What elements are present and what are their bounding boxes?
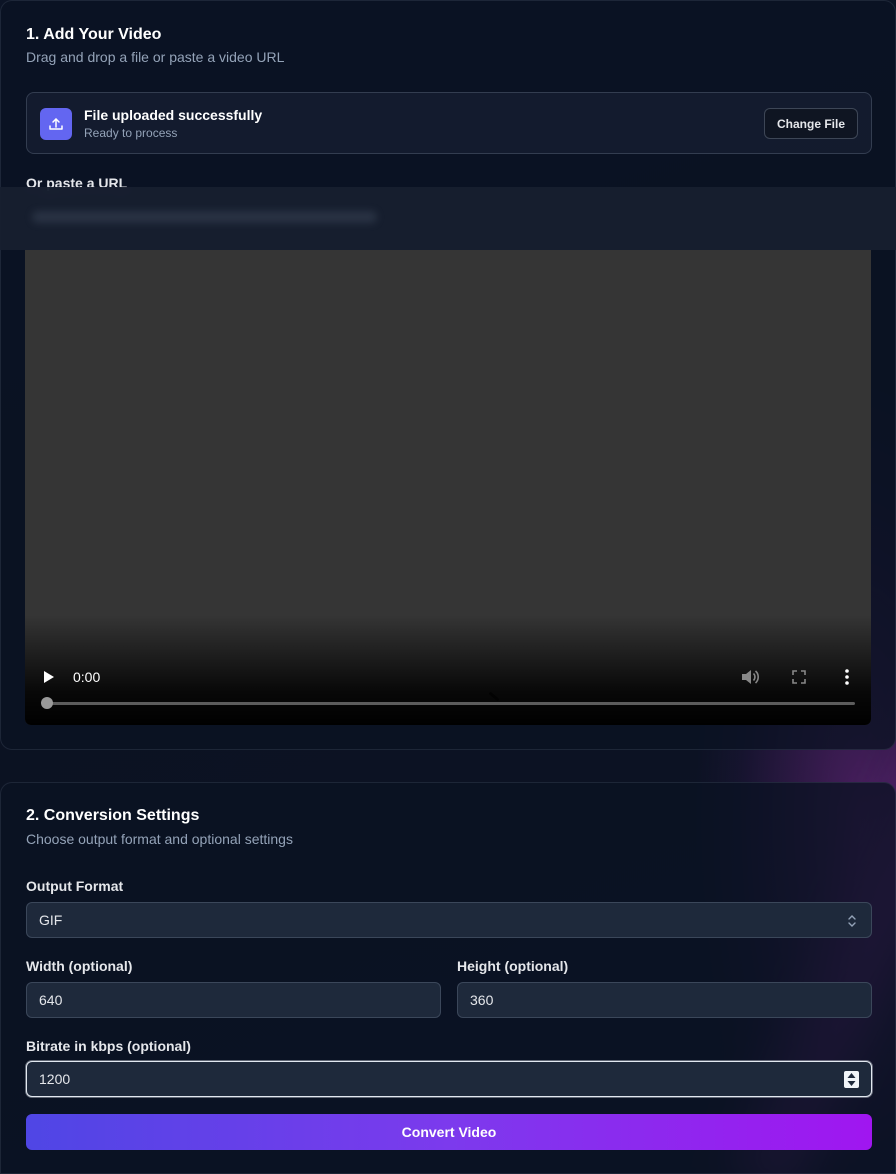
bitrate-value: 1200 <box>39 1071 71 1087</box>
change-file-button[interactable]: Change File <box>764 108 858 139</box>
fullscreen-icon[interactable] <box>790 668 808 686</box>
bitrate-label: Bitrate in kbps (optional) <box>26 1038 191 1054</box>
section-title: 2. Conversion Settings <box>26 807 200 824</box>
upload-status-title: File uploaded successfully <box>84 107 263 123</box>
output-format-label: Output Format <box>26 878 124 894</box>
bitrate-input[interactable]: 1200 <box>26 1061 872 1097</box>
upload-status-subtitle: Ready to process <box>84 126 178 140</box>
width-label: Width (optional) <box>26 958 133 974</box>
section-title: 1. Add Your Video <box>26 26 162 43</box>
conversion-settings-card: 2. Conversion Settings Choose output for… <box>0 782 896 1174</box>
upload-icon <box>40 108 72 140</box>
number-stepper-icon[interactable] <box>844 1071 859 1088</box>
upload-dropzone[interactable]: File uploaded successfully Ready to proc… <box>26 92 872 154</box>
video-player[interactable]: 0:00 <box>25 250 871 725</box>
url-input-blurred-text <box>32 211 377 223</box>
output-format-value: GIF <box>39 912 63 928</box>
video-progress-thumb[interactable] <box>41 697 53 709</box>
convert-video-button[interactable]: Convert Video <box>26 1114 872 1150</box>
url-input[interactable] <box>0 187 896 250</box>
section-subtitle: Choose output format and optional settin… <box>26 831 293 847</box>
volume-icon[interactable] <box>740 668 760 686</box>
more-vert-icon[interactable] <box>839 668 855 686</box>
height-input[interactable]: 360 <box>457 982 872 1018</box>
chevron-up-down-icon <box>847 914 857 928</box>
video-time: 0:00 <box>73 669 101 685</box>
height-value: 360 <box>470 992 494 1008</box>
play-icon[interactable] <box>41 667 57 687</box>
width-value: 640 <box>39 992 63 1008</box>
output-format-select[interactable]: GIF <box>26 902 872 938</box>
width-input[interactable]: 640 <box>26 982 441 1018</box>
height-label: Height (optional) <box>457 958 569 974</box>
section-subtitle: Drag and drop a file or paste a video UR… <box>26 49 285 65</box>
video-progress-bar[interactable] <box>47 702 855 705</box>
